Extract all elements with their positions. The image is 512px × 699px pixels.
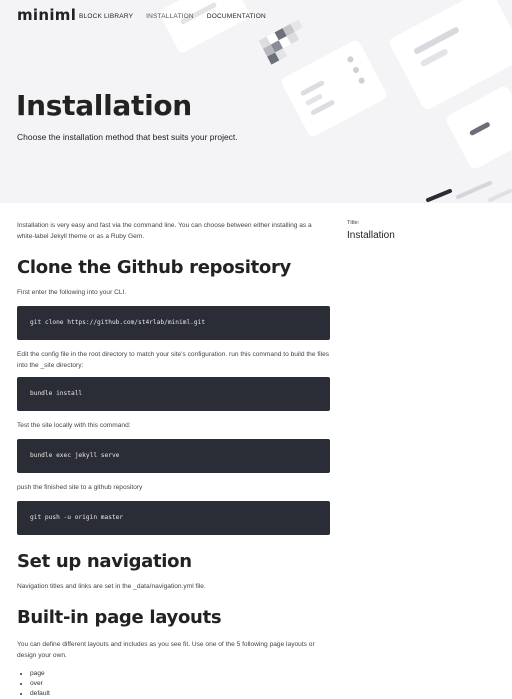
step4-text: push the finished site to a github repos… [17, 484, 143, 491]
section-clone-title: Clone the Github repository [17, 257, 291, 278]
nav-block-library[interactable]: BLOCK LIBRARY [79, 13, 133, 20]
page-subtitle: Choose the installation method that best… [17, 132, 238, 142]
step3-text: Test the site locally with this command: [17, 422, 131, 429]
step1-text: First enter the following into your CLI. [17, 289, 127, 296]
site-logo[interactable]: miniml [17, 6, 76, 24]
list-item: page [30, 669, 50, 679]
layouts-text: You can define different layouts and inc… [17, 641, 315, 659]
code-block-clone[interactable]: git clone https://github.com/st4rlab/min… [17, 306, 330, 340]
nav-installation[interactable]: INSTALLATION [146, 13, 194, 20]
intro-text: Installation is very easy and fast via t… [17, 222, 312, 240]
nav-documentation[interactable]: DOCUMENTATION [207, 13, 266, 20]
layouts-list: page over default [17, 669, 50, 699]
code-block-bundle-install[interactable]: bundle install [17, 377, 330, 411]
navigation-text: Navigation titles and links are set in t… [17, 583, 206, 590]
top-nav: BLOCK LIBRARY INSTALLATION DOCUMENTATION [79, 13, 266, 20]
step2-text: Edit the config file in the root directo… [17, 351, 330, 369]
section-layouts-title: Built-in page layouts [17, 607, 222, 628]
code-block-jekyll-serve[interactable]: bundle exec jekyll serve [17, 439, 330, 473]
section-navigation-title: Set up navigation [17, 551, 192, 572]
sidebar-title: Installation [347, 230, 395, 241]
code-block-git-push[interactable]: git push -u origin master [17, 501, 330, 535]
page-title: Installation [16, 89, 192, 122]
hero-banner: miniml BLOCK LIBRARY INSTALLATION DOCUME… [0, 0, 512, 203]
list-item: over [30, 679, 50, 689]
sidebar-title-label: Title: [347, 220, 360, 226]
